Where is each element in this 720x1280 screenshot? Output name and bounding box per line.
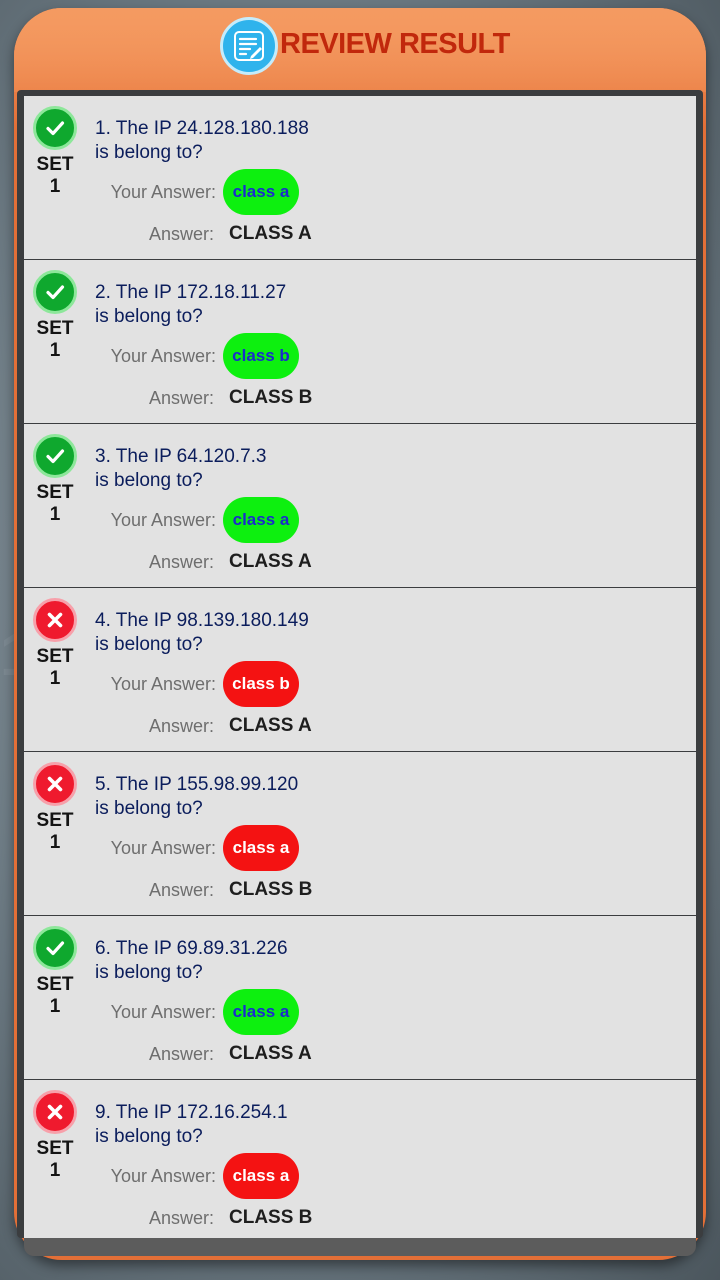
close-circle-icon [33, 762, 77, 806]
check-circle-icon [33, 926, 77, 970]
list-item: SET 1 9. The IP 172.16.254.1 is belong to?… [24, 1080, 696, 1238]
correct-answer: CLASS B [229, 1207, 313, 1228]
question-line-1: 9. The IP 172.16.254.1 [95, 1102, 288, 1123]
question-text: 9. The IP 172.16.254.1 is belong to? [95, 1101, 288, 1149]
set-label: SET 1 [36, 318, 74, 361]
answer-label: Answer: [148, 716, 214, 736]
your-answer-label: Your Answer: [110, 674, 216, 694]
question-line-1: 3. The IP 64.120.7.3 [95, 446, 267, 467]
your-answer-label: Your Answer: [110, 1166, 216, 1186]
your-answer-label: Your Answer: [110, 838, 216, 858]
question-line-2: is belong to? [95, 1126, 203, 1147]
your-answer-badge: class a [223, 497, 299, 543]
correct-answer: CLASS A [229, 715, 312, 736]
your-answer-label: Your Answer: [110, 1002, 216, 1022]
set-label: SET 1 [36, 1138, 74, 1181]
list-item: SET 1 2. The IP 172.18.11.27 is belong to?… [24, 260, 696, 424]
answer-label: Answer: [148, 552, 214, 572]
question-line-1: 5. The IP 155.98.99.120 [95, 774, 299, 795]
list-item: SET 1 1. The IP 24.128.180.188 is belong t… [24, 96, 696, 260]
correct-answer: CLASS B [229, 879, 313, 900]
question-line-2: is belong to? [95, 470, 203, 491]
question-line-2: is belong to? [95, 634, 203, 655]
question-line-1: 6. The IP 69.89.31.226 [95, 938, 288, 959]
question-line-2: is belong to? [95, 798, 203, 819]
page-title: REVIEW RESULT [280, 28, 510, 60]
close-circle-icon [33, 1090, 77, 1134]
set-label: SET 1 [36, 974, 74, 1017]
question-line-2: is belong to? [95, 142, 203, 163]
review-rows: SET 1 1. The IP 24.128.180.188 is belong t… [24, 96, 696, 1238]
your-answer-label: Your Answer: [110, 182, 216, 202]
your-answer-badge: class a [223, 825, 299, 871]
question-text: 2. The IP 172.18.11.27 is belong to? [95, 281, 286, 329]
check-circle-icon [33, 434, 77, 478]
set-label: SET 1 [36, 482, 74, 525]
check-circle-icon [33, 106, 77, 150]
question-text: 6. The IP 69.89.31.226 is belong to? [95, 937, 288, 985]
question-text: 3. The IP 64.120.7.3 is belong to? [95, 445, 267, 493]
question-line-2: is belong to? [95, 306, 203, 327]
correct-answer: CLASS A [229, 1043, 312, 1064]
set-label: SET 1 [36, 646, 74, 689]
check-circle-icon [33, 270, 77, 314]
your-answer-label: Your Answer: [110, 346, 216, 366]
your-answer-badge: class a [223, 1153, 299, 1199]
question-line-1: 2. The IP 172.18.11.27 [95, 282, 287, 303]
question-text: 1. The IP 24.128.180.188 is belong to? [95, 117, 309, 165]
list-item: SET 1 4. The IP 98.139.180.149 is belong t… [24, 588, 696, 752]
question-line-2: is belong to? [95, 962, 203, 983]
list-item: SET 1 5. The IP 155.98.99.120 is belong to… [24, 752, 696, 916]
notes-edit-icon [220, 17, 278, 75]
answer-label: Answer: [148, 1044, 214, 1064]
answer-label: Answer: [148, 1208, 214, 1228]
your-answer-badge: class a [223, 989, 299, 1035]
your-answer-badge: class b [223, 661, 299, 707]
correct-answer: CLASS B [229, 387, 313, 408]
question-text: 5. The IP 155.98.99.120 is belong to? [95, 773, 298, 821]
list-item: SET 1 3. The IP 64.120.7.3 is belong to? Yo… [24, 424, 696, 588]
question-line-1: 1. The IP 24.128.180.188 [95, 118, 309, 139]
question-text: 4. The IP 98.139.180.149 is belong to? [95, 609, 309, 657]
correct-answer: CLASS A [229, 223, 312, 244]
answer-label: Answer: [148, 880, 214, 900]
your-answer-label: Your Answer: [110, 510, 216, 530]
set-label: SET 1 [36, 810, 74, 853]
correct-answer: CLASS A [229, 551, 312, 572]
question-line-1: 4. The IP 98.139.180.149 [95, 610, 309, 631]
answer-label: Answer: [148, 224, 214, 244]
answer-label: Answer: [148, 388, 214, 408]
close-circle-icon [33, 598, 77, 642]
list-item: SET 1 6. The IP 69.89.31.226 is belong to?… [24, 916, 696, 1080]
set-label: SET 1 [36, 154, 74, 197]
review-list[interactable]: SET 1 1. The IP 24.128.180.188 is belong t… [17, 90, 703, 1238]
your-answer-badge: class b [223, 333, 299, 379]
your-answer-badge: class a [223, 169, 299, 215]
